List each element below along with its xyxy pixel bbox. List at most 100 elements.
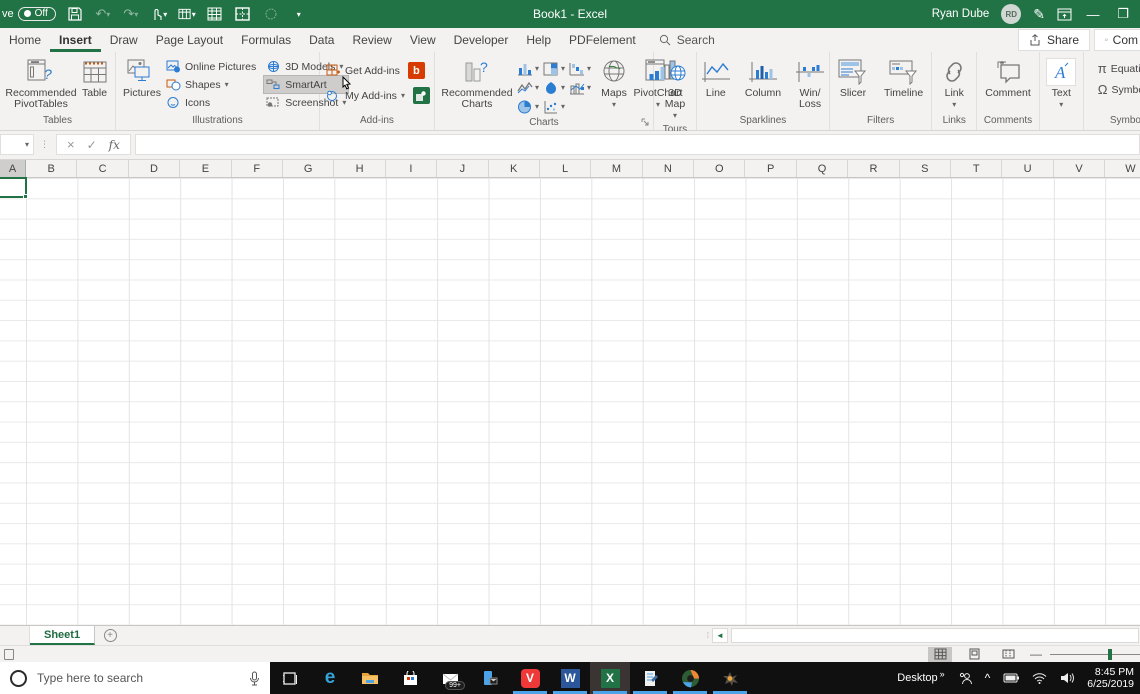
insert-waterfall-chart-button[interactable]: ▾ — [569, 59, 591, 78]
column-header[interactable]: W — [1105, 160, 1140, 177]
browser-app-icon[interactable] — [670, 662, 710, 694]
qat-customize-icon[interactable]: ▾ — [290, 5, 308, 23]
taskbar-clock[interactable]: 8:45 PM 6/25/2019 — [1087, 666, 1134, 690]
column-header[interactable]: D — [129, 160, 181, 177]
column-header[interactable]: G — [283, 160, 335, 177]
microsoft-store-icon[interactable] — [390, 662, 430, 694]
column-header[interactable]: N — [643, 160, 695, 177]
insert-hierarchy-chart-button[interactable]: ▾ — [543, 59, 565, 78]
insert-scatter-chart-button[interactable]: ▾ — [543, 97, 565, 116]
column-header[interactable]: A — [0, 160, 26, 177]
3d-map-button[interactable]: 3D Map ▾ — [658, 56, 692, 123]
sparkline-line-button[interactable]: Line — [697, 56, 735, 101]
touch-mouse-mode-icon[interactable]: ▾ — [150, 5, 168, 23]
horizontal-scrollbar-thumb[interactable] — [731, 628, 1139, 643]
normal-view-button[interactable] — [928, 646, 952, 662]
tab-developer[interactable]: Developer — [445, 29, 518, 52]
user-avatar[interactable]: RD — [1001, 4, 1022, 24]
user-name[interactable]: Ryan Dube — [932, 8, 990, 20]
save-icon[interactable] — [66, 5, 84, 23]
column-header[interactable]: V — [1054, 160, 1106, 177]
fill-handle[interactable] — [23, 194, 28, 199]
tray-chevron-icon[interactable]: ^ — [985, 671, 991, 685]
minimize-button[interactable]: — — [1084, 7, 1102, 22]
word-icon[interactable]: W — [550, 662, 590, 694]
pictures-button[interactable]: Pictures — [120, 56, 164, 101]
tab-page-layout[interactable]: Page Layout — [147, 29, 232, 52]
edge-icon[interactable]: e — [310, 662, 350, 694]
column-header[interactable]: I — [386, 160, 438, 177]
borders-icon[interactable] — [234, 5, 252, 23]
ribbon-display-options-icon[interactable] — [1057, 8, 1072, 21]
scroll-left-button[interactable]: ◄ — [712, 628, 728, 643]
table-button[interactable]: Table — [78, 56, 111, 101]
insert-statistic-chart-button[interactable]: ▾ — [543, 78, 565, 97]
timeline-button[interactable]: Timeline — [880, 56, 927, 101]
page-layout-view-button[interactable] — [962, 647, 986, 662]
accessibility-status-icon[interactable] — [4, 648, 14, 660]
task-view-button[interactable] — [270, 662, 310, 694]
messaging-app-icon[interactable] — [470, 662, 510, 694]
page-break-preview-button[interactable] — [996, 647, 1020, 662]
undo-icon[interactable]: ↶ ▾ — [94, 5, 112, 23]
sheet-tab-sheet1[interactable]: Sheet1 — [30, 626, 96, 645]
comment-button[interactable]: Comment — [981, 56, 1035, 101]
taskbar-search-box[interactable]: Type here to search — [0, 662, 270, 694]
bing-addin-tile[interactable]: b — [407, 62, 425, 79]
formula-input[interactable] — [134, 134, 1140, 155]
column-header[interactable]: U — [1002, 160, 1054, 177]
name-box[interactable]: ▾ — [0, 134, 34, 155]
recommended-pivottables-button[interactable]: ? Recommended PivotTables — [4, 56, 78, 112]
new-sheet-button[interactable]: + — [95, 626, 125, 645]
column-header[interactable]: K — [489, 160, 540, 177]
excel-icon[interactable]: X — [590, 662, 630, 694]
mail-icon[interactable]: 99+ — [430, 662, 470, 694]
insert-column-chart-button[interactable]: ▾ — [517, 59, 539, 78]
online-pictures-button[interactable]: Online Pictures — [164, 58, 258, 75]
tab-home[interactable]: Home — [0, 29, 50, 52]
tab-view[interactable]: View — [401, 29, 445, 52]
column-header[interactable]: Q — [797, 160, 849, 177]
insert-combo-chart-button[interactable]: ▾ — [569, 78, 591, 97]
tab-formulas[interactable]: Formulas — [232, 29, 300, 52]
my-addins-button[interactable]: My Add-ins ▾ — [324, 87, 407, 104]
column-header[interactable]: C — [77, 160, 129, 177]
sparkline-winloss-button[interactable]: Win/ Loss — [791, 56, 829, 112]
worksheet-grid[interactable] — [0, 177, 1140, 625]
scrollbar-resize-dots[interactable]: ⁞ — [707, 631, 709, 640]
column-header[interactable]: F — [232, 160, 283, 177]
insert-line-chart-button[interactable]: ▾ — [517, 78, 539, 97]
ribbon-search[interactable]: Search — [659, 33, 715, 47]
pencil-icon[interactable]: ✎ — [1033, 6, 1045, 23]
selected-cell-a1[interactable] — [0, 177, 28, 199]
maps-button[interactable]: Maps ▾ — [597, 56, 631, 112]
battery-icon[interactable] — [1003, 673, 1020, 683]
zoom-slider-thumb[interactable] — [1108, 648, 1112, 660]
file-explorer-icon[interactable] — [350, 662, 390, 694]
enter-button[interactable]: ✓ — [87, 138, 97, 152]
symbol-button[interactable]: Ω Symbol — [1096, 81, 1140, 98]
tab-review[interactable]: Review — [343, 29, 400, 52]
table-grid-icon[interactable] — [206, 5, 224, 23]
redo-icon[interactable]: ↷ ▾ — [122, 5, 140, 23]
recommended-charts-button[interactable]: ? Recommended Charts — [439, 56, 515, 112]
column-header[interactable]: M — [591, 160, 643, 177]
column-header[interactable]: T — [951, 160, 1003, 177]
spider-app-icon[interactable] — [710, 662, 750, 694]
new-table-icon[interactable]: ▾ — [178, 5, 196, 23]
column-header[interactable]: J — [437, 160, 489, 177]
column-header[interactable]: S — [900, 160, 952, 177]
green-addin-tile[interactable] — [412, 87, 430, 104]
column-header[interactable]: P — [745, 160, 797, 177]
column-header[interactable]: O — [694, 160, 746, 177]
vivaldi-icon[interactable]: V — [510, 662, 550, 694]
insert-pie-chart-button[interactable]: ▾ — [517, 97, 539, 116]
get-addins-button[interactable]: Get Add-ins — [324, 62, 402, 79]
tab-insert[interactable]: Insert — [50, 29, 101, 52]
zoom-slider[interactable] — [1050, 648, 1140, 660]
link-button[interactable]: Link ▾ — [936, 56, 972, 112]
tab-help[interactable]: Help — [517, 29, 560, 52]
people-icon[interactable] — [958, 672, 972, 685]
sparkline-column-button[interactable]: Column — [741, 56, 785, 101]
speaker-icon[interactable] — [1060, 672, 1075, 684]
